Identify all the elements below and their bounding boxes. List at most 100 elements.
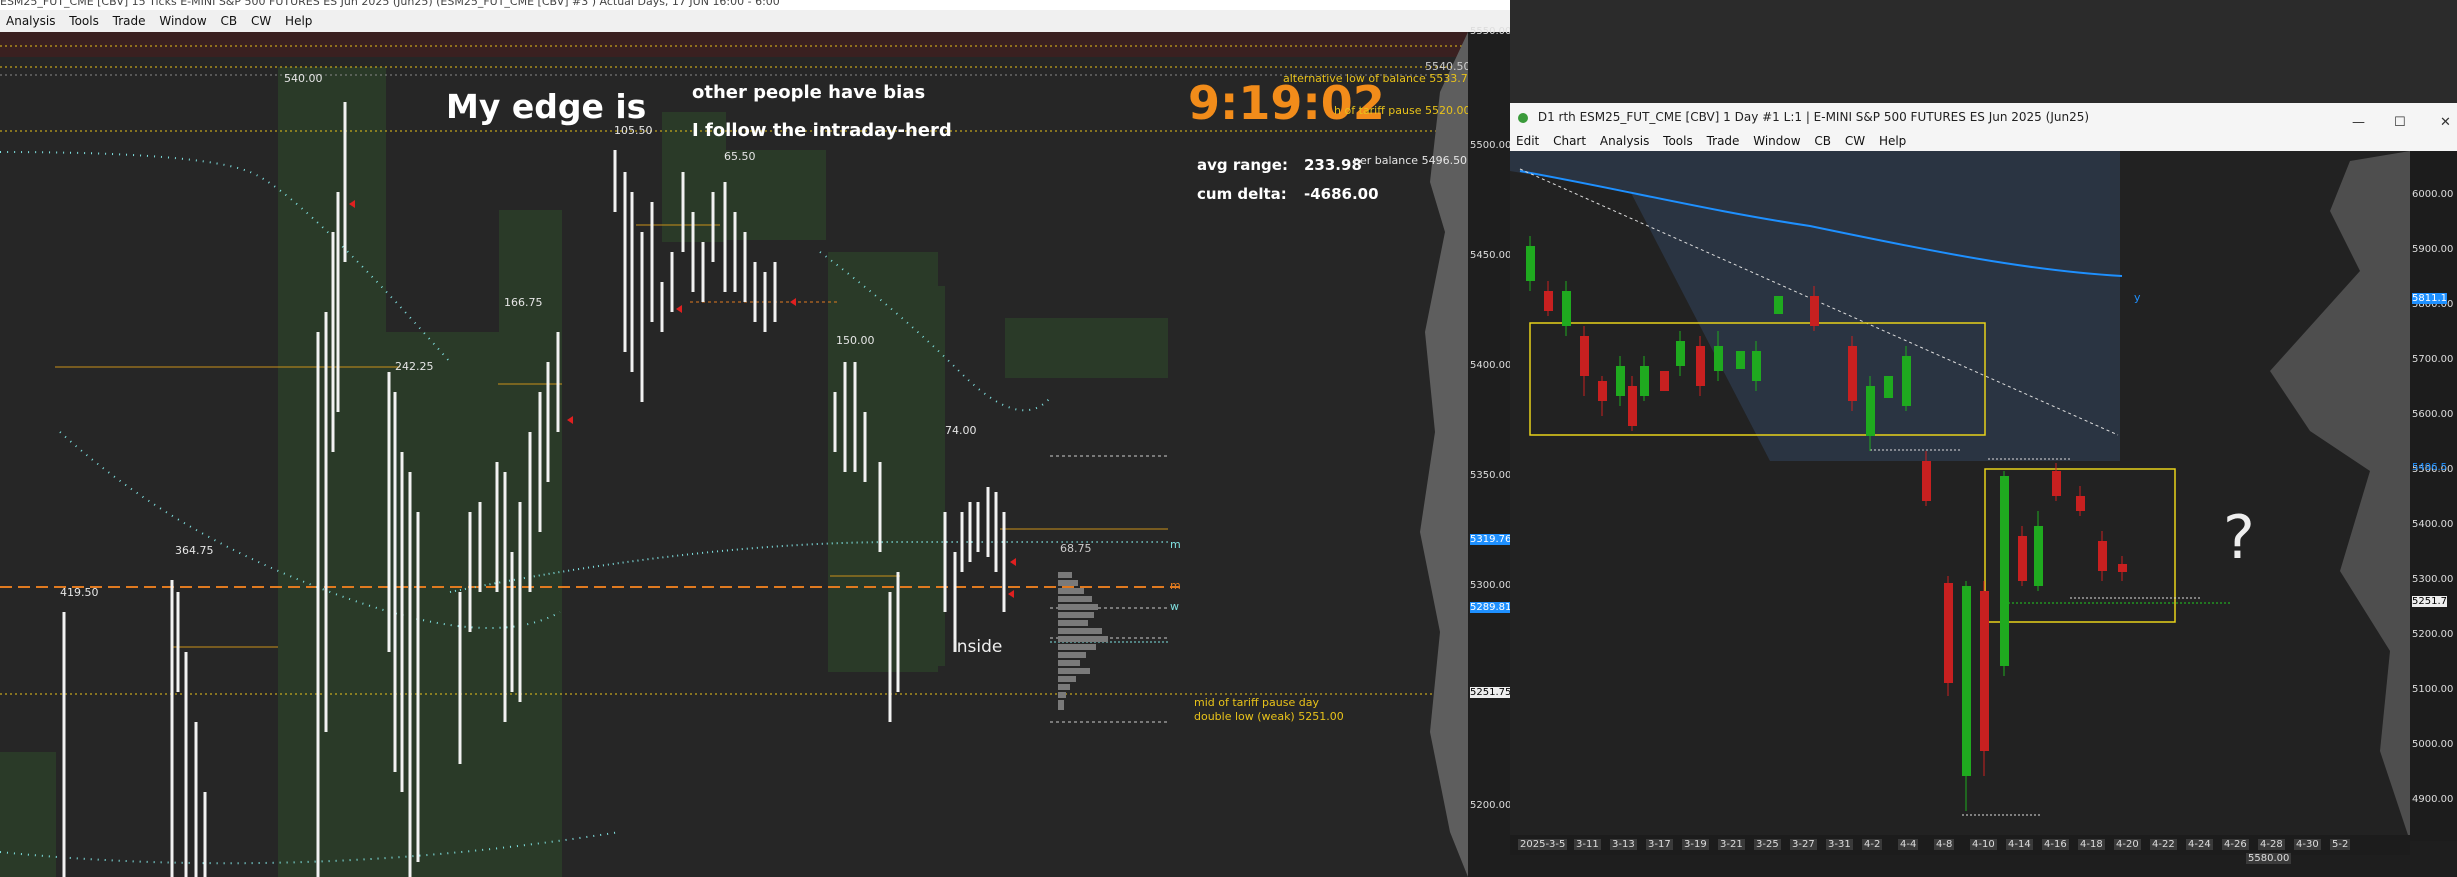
low-price-tag: 5580.00 [2246, 853, 2292, 864]
intraday-chart-window[interactable]: ESM25_FUT_CME [CBV] 15 Ticks E-MINI S&P … [0, 0, 1510, 877]
menu-trade[interactable]: Trade [107, 10, 146, 32]
my-edge-annotation: My edge is [446, 87, 647, 126]
price-tick: 5400.00 [1470, 360, 1510, 371]
volume-profile [1058, 572, 1108, 710]
leg-label: 419.50 [60, 586, 99, 599]
date-tick: 3-11 [1574, 839, 1601, 850]
side-marker: w [1170, 600, 1179, 613]
date-tick: 4-20 [2114, 839, 2141, 850]
daily-chart-window[interactable]: D1 rth ESM25_FUT_CME [CBV] 1 Day #1 L:1 … [1510, 0, 2457, 877]
avg-range-label: avg range: [1197, 156, 1288, 174]
date-tick: 3-25 [1754, 839, 1781, 850]
menu-bar: Analysis Tools Trade Window CB CW Help [0, 10, 1510, 32]
date-tick: 4-10 [1970, 839, 1997, 850]
mid-tariff-day-label: mid of tariff pause day [1194, 696, 1319, 709]
date-tick: 4-18 [2078, 839, 2105, 850]
menu-window[interactable]: Window [153, 10, 206, 32]
date-tick: 4-22 [2150, 839, 2177, 850]
menu-trade[interactable]: Trade [1701, 131, 1740, 151]
upper-balance-label: per balance 5496.50 [1353, 154, 1468, 167]
price-tick: 5100.00 [2412, 684, 2454, 695]
daily-chart-area[interactable]: ? y [1510, 151, 2410, 841]
price-tick: 6000.00 [2412, 189, 2454, 200]
green-box [278, 67, 386, 877]
menu-cw[interactable]: CW [1839, 131, 1865, 151]
date-tick: 4-4 [1898, 839, 1919, 850]
menu-analysis[interactable]: Analysis [0, 10, 55, 32]
daily-chart-canvas [1510, 151, 2410, 841]
menu-analysis[interactable]: Analysis [1594, 131, 1649, 151]
poc-tag: 5289.81 [1470, 602, 1510, 613]
low-tag: 5251.75 [1470, 687, 1510, 698]
menu-help[interactable]: Help [1873, 131, 1906, 151]
menu-tools[interactable]: Tools [1657, 131, 1693, 151]
window-title: D1 rth ESM25_FUT_CME [CBV] 1 Day #1 L:1 … [1537, 110, 2090, 124]
date-tick: 4-30 [2294, 839, 2321, 850]
double-low-label: double low (weak) 5251.00 [1194, 710, 1344, 723]
leg-label: 68.75 [1060, 542, 1092, 555]
app-icon [1518, 112, 1528, 123]
price-tick: 5600.00 [2412, 409, 2454, 420]
price-tick: 5400.00 [2412, 519, 2454, 530]
date-tick: 4-2 [1862, 839, 1883, 850]
date-tick: 3-21 [1718, 839, 1745, 850]
window-title-bar: D1 rth ESM25_FUT_CME [CBV] 1 Day #1 L:1 … [1510, 103, 2457, 131]
date-tick: 4-16 [2042, 839, 2069, 850]
price-tick: 5500.00 [1470, 140, 1510, 151]
price-tick: 5200.00 [1470, 800, 1510, 811]
menu-window[interactable]: Window [1747, 131, 1800, 151]
leg-label: 242.25 [395, 360, 434, 373]
date-tick: 4-14 [2006, 839, 2033, 850]
ma-tag: 5811.1 [2412, 293, 2447, 304]
leg-label: 150.00 [836, 334, 875, 347]
inside-annotation: inside [952, 637, 1003, 657]
menu-chart[interactable]: Chart [1547, 131, 1586, 151]
bias-annotation: other people have bias [692, 82, 926, 103]
tariff-pause-label: h of tariff pause 5520.00 [1334, 104, 1471, 117]
date-tick: 2025-3-5 [1518, 839, 1568, 850]
price-tick: 5550.00 [1470, 26, 1510, 37]
menu-help[interactable]: Help [279, 10, 312, 32]
date-tick: 3-19 [1682, 839, 1709, 850]
window-title-bar: ESM25_FUT_CME [CBV] 15 Ticks E-MINI S&P … [0, 0, 1510, 10]
menu-cw[interactable]: CW [245, 10, 271, 32]
last-price-tag: 5251.7 [2412, 596, 2447, 607]
green-box [726, 150, 826, 240]
date-tick: 3-31 [1826, 839, 1853, 850]
date-tick: 4-28 [2258, 839, 2285, 850]
side-marker: m [1170, 538, 1181, 551]
menu-cb[interactable]: CB [1808, 131, 1831, 151]
date-tick: 4-8 [1934, 839, 1955, 850]
price-tick: 5300.00 [2412, 574, 2454, 585]
menu-bar: Edit Chart Analysis Tools Trade Window C… [1510, 131, 2457, 151]
cum-delta-label: cum delta: [1197, 185, 1287, 203]
menu-tools[interactable]: Tools [63, 10, 99, 32]
top-level-label: 5540.50 [1425, 60, 1471, 73]
price-tick: 5450.00 [1470, 250, 1510, 261]
price-tick: 5700.00 [2412, 354, 2454, 365]
date-tick: 5-2 [2330, 839, 2351, 850]
green-box [1005, 318, 1168, 378]
price-tick: 5200.00 [2412, 629, 2454, 640]
leg-label: 540.00 [284, 72, 323, 85]
time-axis[interactable]: 2025-3-5 3-11 3-13 3-17 3-19 3-21 3-25 3… [1510, 835, 2410, 864]
menu-cb[interactable]: CB [215, 10, 238, 32]
herd-annotation: I follow the intraday-herd [692, 120, 952, 141]
date-tick: 3-27 [1790, 839, 1817, 850]
price-tick: 5350.00 [1470, 470, 1510, 481]
resistance-band [0, 32, 1468, 57]
date-tick: 4-24 [2186, 839, 2213, 850]
date-tick: 4-26 [2222, 839, 2249, 850]
leg-label: 105.50 [614, 124, 653, 137]
price-tick: 5300.00 [1470, 580, 1510, 591]
cum-delta-value: -4686.00 [1304, 185, 1379, 203]
menu-edit[interactable]: Edit [1510, 131, 1539, 151]
intraday-chart-area[interactable]: My edge is other people have bias I foll… [0, 32, 1475, 877]
price-tick: 4900.00 [2412, 794, 2454, 805]
date-tick: 3-17 [1646, 839, 1673, 850]
price-axis[interactable]: 5550.00 5500.00 5450.00 5400.00 5350.00 … [1468, 26, 1510, 877]
leg-label: 65.50 [724, 150, 756, 163]
green-box [0, 752, 56, 877]
price-axis[interactable]: 6000.00 5900.00 5800.00 5700.00 5600.00 … [2410, 151, 2457, 841]
leg-label: 166.75 [504, 296, 543, 309]
